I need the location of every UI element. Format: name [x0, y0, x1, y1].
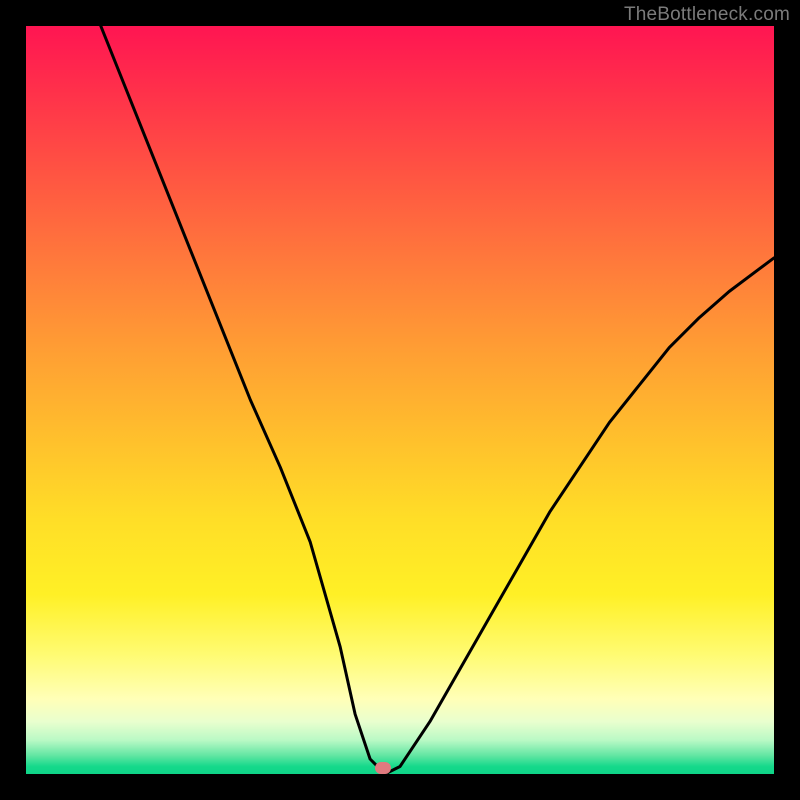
watermark-text: TheBottleneck.com	[624, 4, 790, 26]
bottleneck-curve	[26, 26, 774, 774]
minimum-marker	[375, 762, 391, 774]
chart-stage: TheBottleneck.com	[0, 0, 800, 800]
plot-area	[26, 26, 774, 774]
